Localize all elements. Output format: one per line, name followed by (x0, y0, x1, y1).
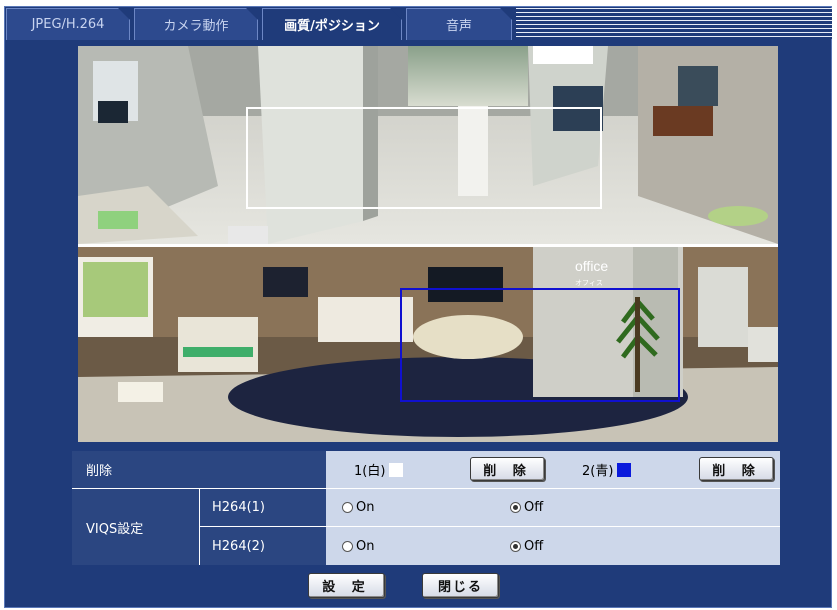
tab-audio[interactable]: 音声 (406, 8, 512, 40)
delete-area2-button[interactable]: 削 除 (699, 457, 774, 481)
area1-color-swatch (389, 462, 404, 477)
camera-view-top[interactable] (78, 46, 778, 244)
radio-off-icon[interactable] (510, 540, 521, 552)
delete-row-label: 削除 (72, 451, 326, 488)
viqs-h264-2-on[interactable]: On (342, 527, 442, 565)
set-button[interactable]: 設 定 (308, 573, 385, 598)
viqs-h264-1-on[interactable]: On (342, 489, 442, 526)
col-divider (199, 489, 200, 565)
radio-label: On (356, 500, 375, 515)
area2-label: 2(青) (582, 451, 672, 488)
close-button[interactable]: 閉じる (422, 573, 499, 598)
radio-label: Off (524, 538, 544, 554)
viqs-label: VIQS設定 (72, 489, 199, 565)
settings-table: 削除 1(白) 削 除 2(青) 削 除 VIQS設定 H264(1) H264… (72, 451, 780, 565)
radio-on-icon[interactable] (342, 540, 353, 552)
office-sign-sub: オフィス (575, 279, 603, 287)
viqs-h264-2-off[interactable]: Off (510, 527, 610, 565)
viqs-h264-1-off[interactable]: Off (510, 489, 610, 526)
tab-jpeg-h264[interactable]: JPEG/H.264 (6, 8, 130, 40)
row-divider (200, 526, 780, 527)
radio-off-icon[interactable] (510, 502, 521, 513)
radio-label: On (356, 538, 375, 554)
area2-selection-box[interactable] (400, 288, 680, 402)
area1-selection-box[interactable] (246, 107, 602, 209)
viqs-h264-2-label: H264(2) (200, 527, 326, 565)
tab-image-position[interactable]: 画質/ポジション (262, 8, 402, 40)
radio-label: Off (524, 500, 544, 515)
area2-color-swatch (617, 462, 632, 477)
viqs-h264-1-label: H264(1) (200, 489, 326, 526)
area1-label-text: 1(白) (354, 464, 386, 479)
office-sign: office (575, 258, 608, 274)
radio-on-icon[interactable] (342, 502, 353, 513)
area2-label-text: 2(青) (582, 464, 614, 479)
camera-view-bottom[interactable]: office オフィス (78, 247, 778, 442)
tab-bar: JPEG/H.264 カメラ動作 画質/ポジション 音声 (4, 6, 832, 40)
area1-label: 1(白) (354, 451, 444, 488)
tab-camera-operation[interactable]: カメラ動作 (134, 8, 258, 40)
delete-area1-button[interactable]: 削 除 (470, 457, 545, 481)
tab-bar-decoration (516, 8, 832, 39)
